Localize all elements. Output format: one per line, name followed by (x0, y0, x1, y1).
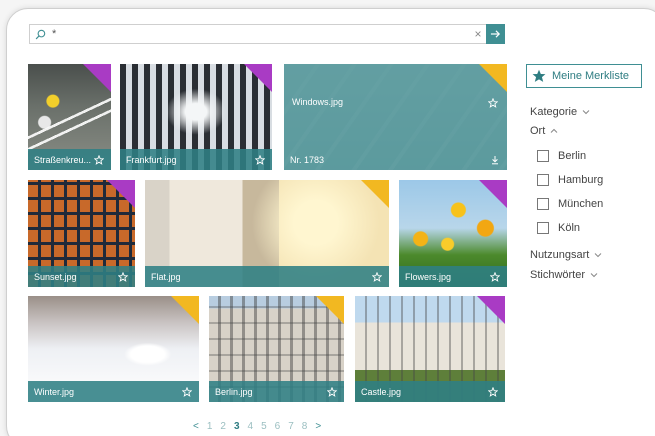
search-input[interactable] (50, 25, 470, 43)
tile-flowers[interactable]: Flowers.jpg (399, 180, 507, 287)
checkbox[interactable] (537, 222, 549, 234)
ort-option-muenchen[interactable]: München (537, 198, 603, 210)
merkliste-button[interactable]: Meine Merkliste (526, 64, 642, 88)
option-label: München (558, 198, 604, 210)
search-bar: × (29, 24, 505, 44)
clear-search-icon[interactable]: × (470, 25, 486, 43)
tile-flat[interactable]: Flat.jpg (145, 180, 389, 287)
page-link[interactable]: 7 (288, 421, 294, 432)
page-link[interactable]: 1 (207, 421, 213, 432)
pagination: < 1 2 3 4 5 6 7 8 > (193, 421, 329, 432)
filter-label: Ort (530, 125, 546, 137)
star-icon[interactable] (181, 386, 193, 398)
tile-filename: Frankfurt.jpg (126, 154, 177, 165)
checkbox[interactable] (537, 174, 549, 186)
tile-filename: Winter.jpg (34, 386, 75, 397)
category-corner-marker (171, 296, 199, 324)
star-icon[interactable] (487, 386, 499, 398)
star-icon[interactable] (93, 154, 105, 166)
tile-caption-bar: Flat.jpg (145, 266, 389, 287)
page-link[interactable]: 5 (261, 421, 267, 432)
star-icon[interactable] (326, 386, 338, 398)
tile-filename: Flat.jpg (151, 271, 181, 282)
tile-filename: Straßenkreu... (34, 154, 92, 165)
ort-option-berlin[interactable]: Berlin (537, 150, 586, 162)
page-link[interactable]: 2 (220, 421, 226, 432)
tile-caption-bar: Castle.jpg (355, 381, 505, 402)
tile-number: Nr. 1783 (290, 154, 325, 165)
category-corner-marker (83, 64, 111, 92)
tile-winter[interactable]: Winter.jpg (28, 296, 199, 402)
tile-filename: Berlin.jpg (215, 386, 253, 397)
next-page-button[interactable]: > (315, 421, 321, 432)
filter-kategorie[interactable]: Kategorie (530, 106, 590, 118)
option-label: Hamburg (558, 174, 604, 186)
checkbox[interactable] (537, 198, 549, 210)
star-icon[interactable] (487, 97, 499, 109)
category-corner-marker (244, 64, 272, 92)
tile-berlin[interactable]: Berlin.jpg (209, 296, 344, 402)
star-icon[interactable] (371, 271, 383, 283)
merkliste-label: Meine Merkliste (552, 70, 630, 82)
tile-top-line: Windows.jpg (292, 97, 499, 109)
tile-castle[interactable]: Castle.jpg (355, 296, 505, 402)
tile-caption-bar: Berlin.jpg (209, 381, 344, 402)
tile-caption-bar: Nr. 1783 (284, 149, 507, 170)
tile-caption-bar: Straßenkreu... (28, 149, 111, 170)
search-icon (30, 25, 50, 43)
filter-ort[interactable]: Ort (530, 125, 558, 137)
star-icon[interactable] (254, 154, 266, 166)
tile-filename: Flowers.jpg (405, 271, 452, 282)
filter-label: Kategorie (530, 106, 578, 118)
ort-option-hamburg[interactable]: Hamburg (537, 174, 603, 186)
ort-option-koeln[interactable]: Köln (537, 222, 580, 234)
category-corner-marker (107, 180, 135, 208)
tile-filename: Castle.jpg (361, 386, 402, 397)
page-link-current[interactable]: 3 (234, 421, 240, 432)
checkbox[interactable] (537, 150, 549, 162)
category-corner-marker (479, 180, 507, 208)
tile-filename: Windows.jpg (292, 97, 344, 107)
tile-caption-bar: Flowers.jpg (399, 266, 507, 287)
category-corner-marker (477, 296, 505, 324)
tile-sunset[interactable]: Sunset.jpg (28, 180, 135, 287)
download-icon[interactable] (489, 154, 501, 166)
tile-caption-bar: Winter.jpg (28, 381, 199, 402)
category-corner-marker (479, 64, 507, 92)
chevron-down-icon (590, 272, 598, 278)
star-icon[interactable] (117, 271, 129, 283)
chevron-down-icon (582, 109, 590, 115)
tile-windows[interactable]: Windows.jpg Nr. 1783 (284, 64, 507, 170)
tile-frankfurt[interactable]: Frankfurt.jpg (120, 64, 272, 170)
filter-label: Stichwörter (530, 269, 586, 281)
arrow-right-icon (490, 30, 501, 38)
page-link[interactable]: 8 (302, 421, 308, 432)
prev-page-button[interactable]: < (193, 421, 199, 432)
option-label: Köln (558, 222, 581, 234)
search-submit-button[interactable] (486, 24, 505, 44)
tile-caption-bar: Frankfurt.jpg (120, 149, 272, 170)
filter-stichwoerter[interactable]: Stichwörter (530, 269, 598, 281)
category-corner-marker (361, 180, 389, 208)
category-corner-marker (316, 296, 344, 324)
tile-filename: Sunset.jpg (34, 271, 77, 282)
chevron-down-icon (594, 252, 602, 258)
page-link[interactable]: 6 (275, 421, 281, 432)
option-label: Berlin (558, 150, 587, 162)
tile-strassenkreuzung[interactable]: Straßenkreu... (28, 64, 111, 170)
star-filled-icon (532, 69, 546, 82)
chevron-up-icon (550, 128, 558, 134)
tile-caption-bar: Sunset.jpg (28, 266, 135, 287)
filter-nutzungsart[interactable]: Nutzungsart (530, 249, 602, 261)
filter-label: Nutzungsart (530, 249, 590, 261)
star-icon[interactable] (489, 271, 501, 283)
page-link[interactable]: 4 (248, 421, 254, 432)
